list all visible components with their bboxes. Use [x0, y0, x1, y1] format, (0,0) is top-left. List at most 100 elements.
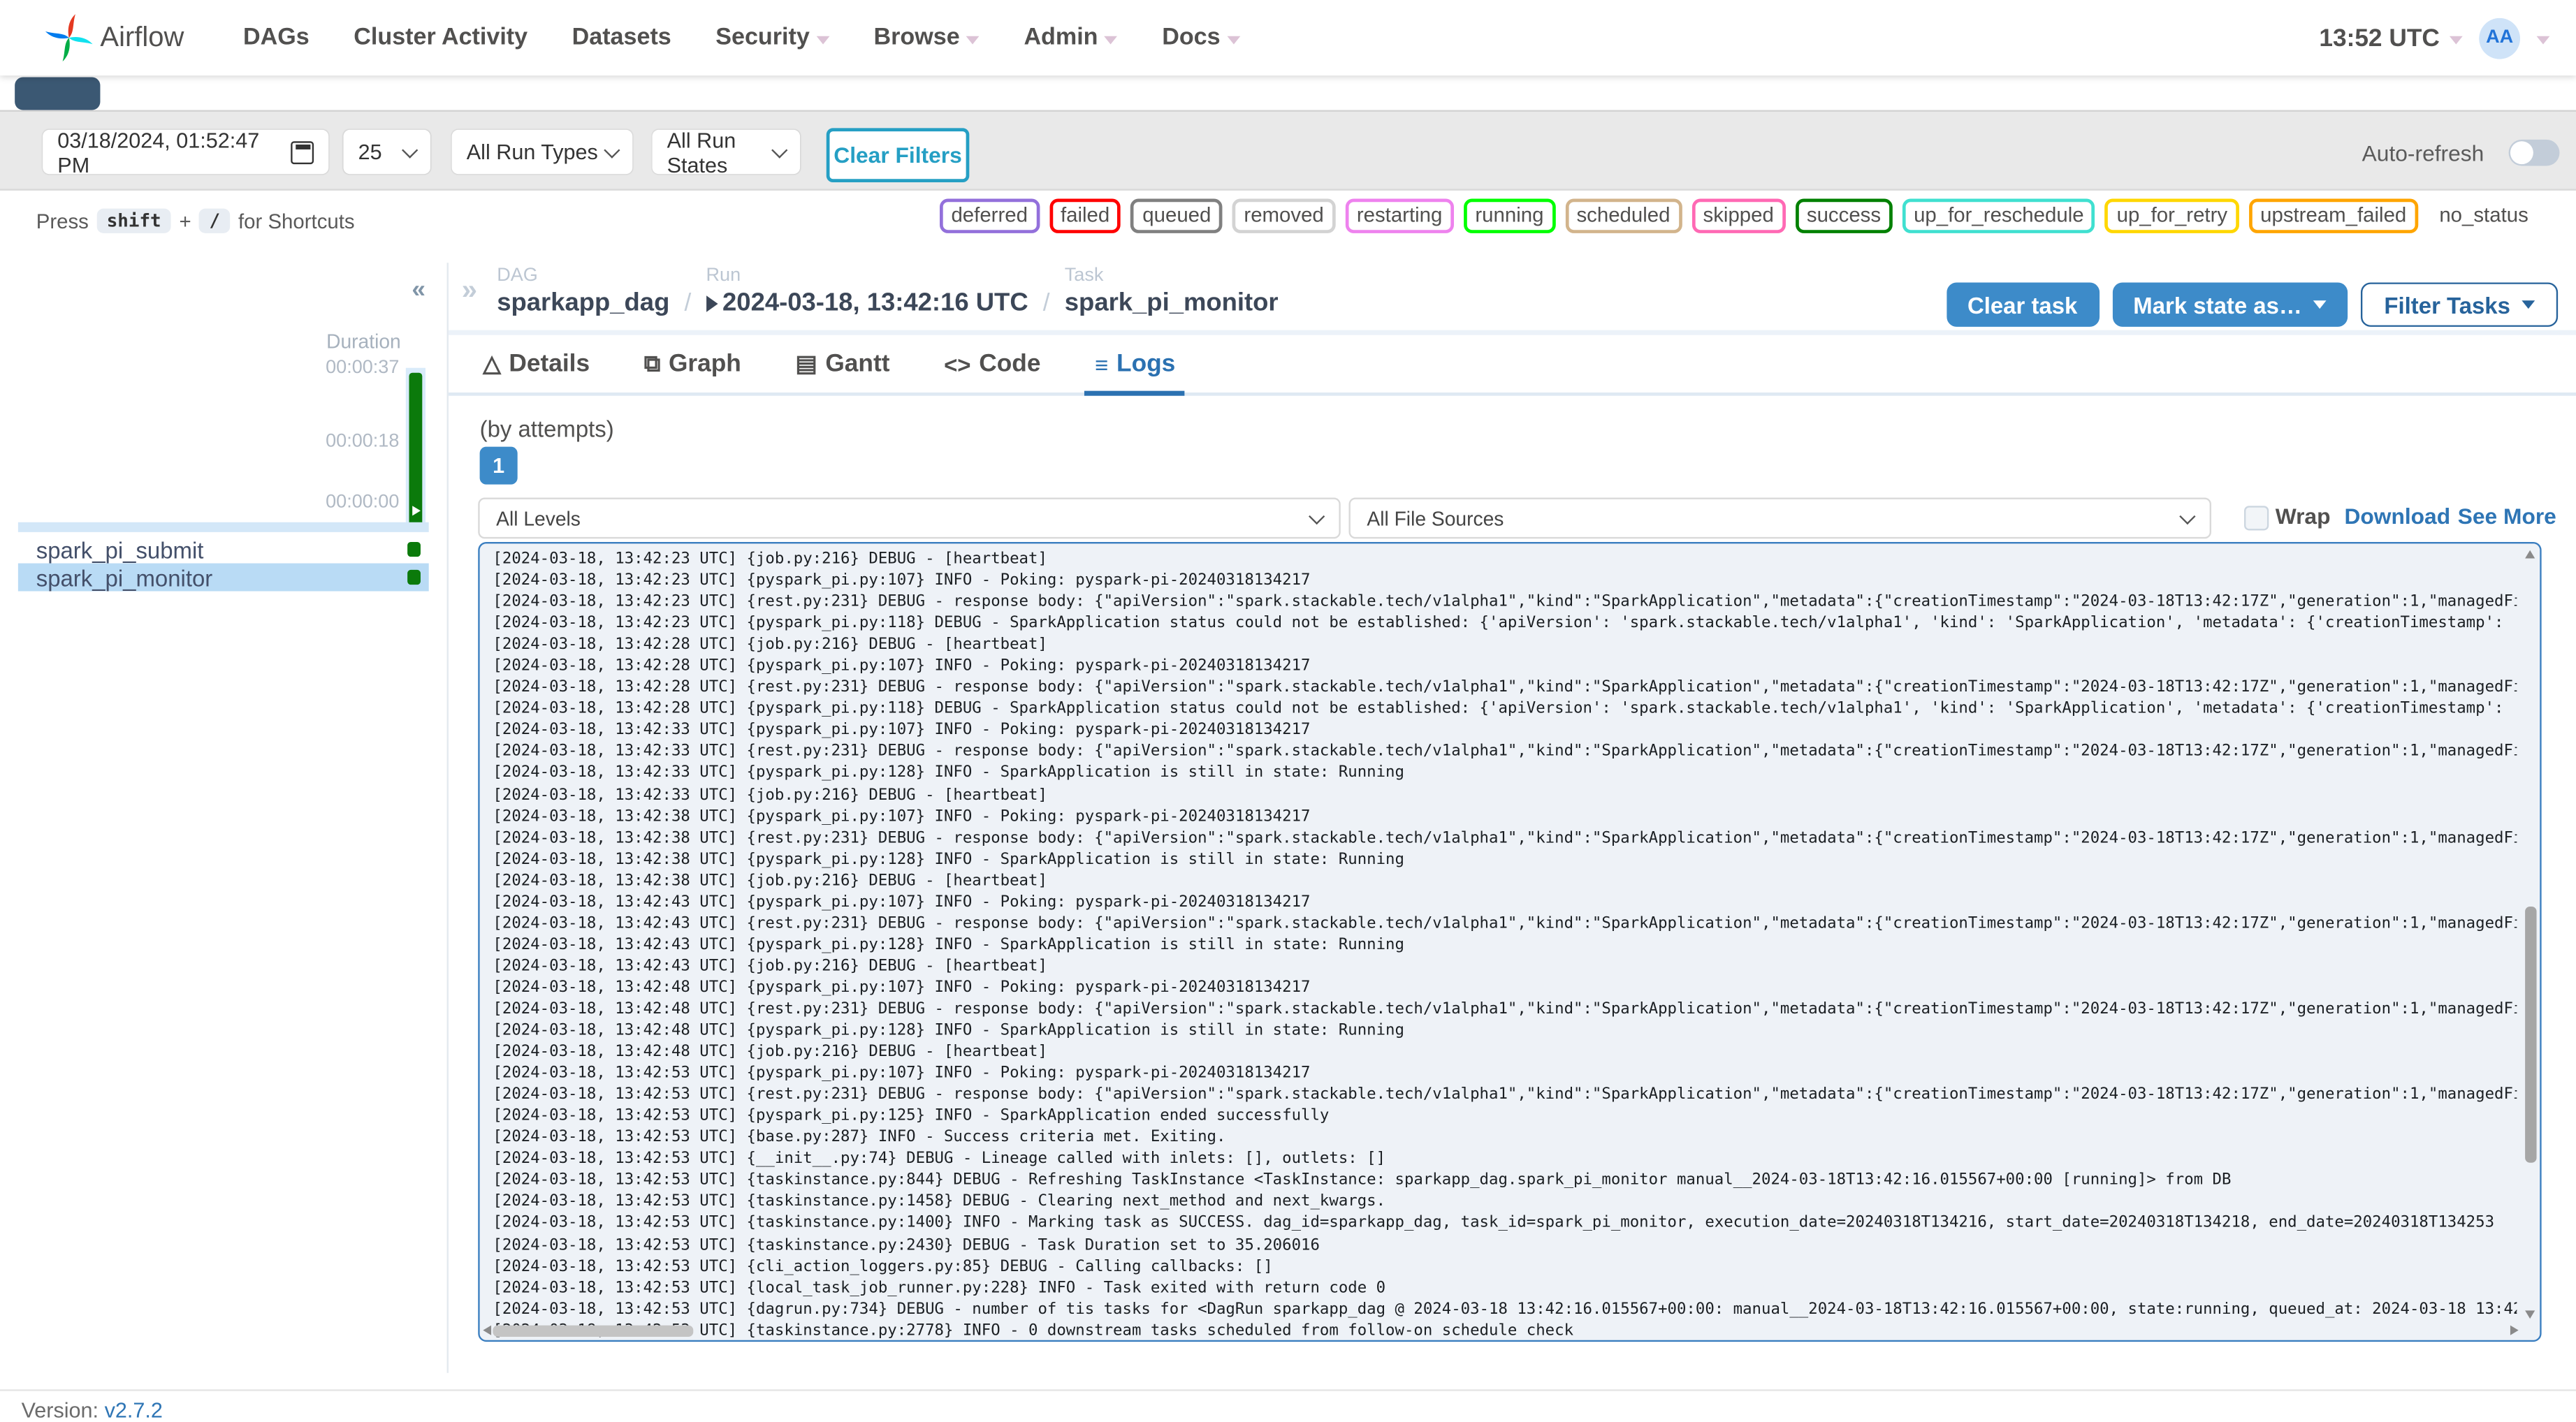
- filter-tasks-label: Filter Tasks: [2384, 291, 2510, 318]
- shortcuts-prefix: Press: [36, 209, 89, 233]
- wrap-checkbox[interactable]: [2244, 506, 2269, 531]
- version-link[interactable]: v2.7.2: [105, 1398, 163, 1422]
- breadcrumb-task: Task spark_pi_monitor: [1065, 266, 1279, 318]
- by-attempts-label: (by attempts): [479, 415, 614, 442]
- nav-item-label: Browse: [873, 24, 960, 51]
- tab[interactable]: ⧉ Graph: [641, 350, 745, 393]
- tab-icon: ≡: [1095, 351, 1109, 377]
- airflow-brand[interactable]: Airflow: [44, 13, 184, 63]
- clear-task-button[interactable]: Clear task: [1946, 282, 2099, 327]
- log-level-value: All Levels: [496, 506, 581, 530]
- state-legend-badge[interactable]: scheduled: [1565, 198, 1682, 233]
- log-line: [2024-03-18, 13:42:28 UTC] {pyspark_pi.p…: [493, 700, 2517, 719]
- chevron-double-right-icon[interactable]: »: [462, 274, 477, 307]
- dag-value[interactable]: sparkapp_dag: [497, 287, 669, 318]
- page-size-select[interactable]: 25: [343, 129, 431, 175]
- nav-item-label: Cluster Activity: [354, 24, 528, 51]
- shortcuts-suffix: for Shortcuts: [238, 209, 355, 233]
- mark-state-label: Mark state as…: [2133, 291, 2302, 318]
- task-state-success-square[interactable]: [406, 570, 421, 585]
- nav-item[interactable]: Datasets: [572, 24, 671, 51]
- base-date-value: 03/18/2024, 01:52:47 PM: [57, 127, 260, 177]
- filter-tasks-button[interactable]: Filter Tasks: [2361, 282, 2559, 327]
- state-legend-badge[interactable]: running: [1463, 198, 1555, 233]
- duration-axis-tick: 00:00:37: [326, 358, 400, 378]
- duration-bar[interactable]: [409, 372, 423, 526]
- nav-item-label: Admin: [1024, 24, 1098, 51]
- see-more-link[interactable]: See More: [2458, 504, 2556, 529]
- avatar[interactable]: AA: [2479, 17, 2521, 59]
- run-value[interactable]: 2024-03-18, 13:42:16 UTC: [706, 287, 1028, 318]
- state-legend-badge[interactable]: no_status: [2427, 198, 2540, 233]
- task-state-legend: deferred failed queued removed restarting run…: [940, 198, 2540, 233]
- grid-view-button-clipped[interactable]: [15, 77, 101, 110]
- nav-item-label: Datasets: [572, 24, 671, 51]
- horizontal-scrollbar-thumb[interactable]: [493, 1325, 694, 1337]
- file-source-select[interactable]: All File Sources: [1348, 497, 2211, 539]
- run-types-value: All Run Types: [466, 139, 598, 165]
- nav-item[interactable]: Docs: [1162, 24, 1240, 51]
- run-triangle-icon: [412, 506, 421, 516]
- scroll-right-arrow-icon[interactable]: [2510, 1325, 2519, 1335]
- scroll-up-arrow-icon[interactable]: [2525, 550, 2535, 559]
- state-legend-badge[interactable]: up_for_retry: [2105, 198, 2239, 233]
- tab[interactable]: ▤ Gantt: [792, 350, 893, 393]
- clear-task-label: Clear task: [1967, 291, 2078, 318]
- log-line: [2024-03-18, 13:42:23 UTC] {pyspark_pi.p…: [493, 571, 1311, 590]
- nav-item[interactable]: Cluster Activity: [354, 24, 527, 51]
- auto-refresh-toggle[interactable]: [2508, 139, 2560, 166]
- nav-item[interactable]: DAGs: [243, 24, 310, 51]
- state-legend-badge[interactable]: up_for_reschedule: [1902, 198, 2096, 233]
- nav-item[interactable]: Browse: [874, 24, 980, 51]
- log-line: [2024-03-18, 13:42:53 UTC] {dagrun.py:73…: [493, 1300, 2517, 1319]
- base-date-input[interactable]: 03/18/2024, 01:52:47 PM: [43, 127, 329, 177]
- airflow-app: Airflow DAGs Cluster Activity Datasets S…: [0, 0, 2576, 1422]
- state-legend-badge[interactable]: failed: [1049, 198, 1121, 233]
- state-legend-badge[interactable]: deferred: [940, 198, 1040, 233]
- log-line: [2024-03-18, 13:42:33 UTC] {pyspark_pi.p…: [493, 721, 1311, 740]
- tab[interactable]: ≡ Logs: [1084, 350, 1186, 396]
- task-list: spark_pi_submit spark_pi_monitor: [17, 535, 429, 592]
- breadcrumb-run: Run 2024-03-18, 13:42:16 UTC: [706, 266, 1028, 318]
- chevron-down-icon: [1309, 507, 1325, 524]
- task-row[interactable]: spark_pi_monitor: [17, 563, 429, 592]
- nav-item[interactable]: Admin: [1024, 24, 1118, 51]
- run-states-select[interactable]: All Run States: [652, 127, 801, 177]
- log-line: [2024-03-18, 13:42:48 UTC] {pyspark_pi.p…: [493, 1021, 1404, 1040]
- state-legend-badge[interactable]: removed: [1232, 198, 1336, 233]
- scroll-left-arrow-icon[interactable]: [483, 1325, 492, 1335]
- scroll-down-arrow-icon[interactable]: [2525, 1310, 2535, 1319]
- log-line: [2024-03-18, 13:42:23 UTC] {rest.py:231}…: [493, 593, 2517, 611]
- task-state-success-square[interactable]: [406, 542, 421, 557]
- run-types-select[interactable]: All Run Types: [451, 129, 633, 175]
- nav-item[interactable]: Security: [715, 24, 830, 51]
- clock-menu[interactable]: 13:52 UTC: [2319, 24, 2463, 52]
- attempt-1-button[interactable]: 1: [479, 446, 518, 485]
- log-line: [2024-03-18, 13:42:43 UTC] {job.py:216} …: [493, 957, 1047, 976]
- download-link[interactable]: Download: [2344, 504, 2450, 529]
- clear-filters-button[interactable]: Clear Filters: [826, 128, 970, 183]
- state-legend-badge[interactable]: upstream_failed: [2248, 198, 2418, 233]
- collapse-sidebar-icon[interactable]: «: [412, 276, 425, 304]
- nav-right: 13:52 UTC AA: [2319, 17, 2550, 59]
- vertical-scrollbar-thumb[interactable]: [2525, 906, 2537, 1163]
- tab-icon: ⧉: [643, 349, 661, 376]
- state-legend-badge[interactable]: queued: [1130, 198, 1223, 233]
- log-line: [2024-03-18, 13:42:53 UTC] {pyspark_pi.p…: [493, 1107, 1330, 1126]
- caret-down-icon[interactable]: [2536, 35, 2550, 44]
- nav-item-label: Security: [715, 24, 810, 51]
- log-output-panel[interactable]: [2024-03-18, 13:42:23 UTC] {job.py:216} …: [478, 541, 2542, 1342]
- task-value[interactable]: spark_pi_monitor: [1065, 287, 1279, 318]
- mark-state-as-button[interactable]: Mark state as…: [2111, 282, 2348, 327]
- task-row[interactable]: spark_pi_submit: [17, 535, 429, 564]
- log-level-select[interactable]: All Levels: [478, 497, 1341, 539]
- state-legend-badge[interactable]: restarting: [1345, 198, 1454, 233]
- state-legend-badge[interactable]: skipped: [1691, 198, 1786, 233]
- log-line: [2024-03-18, 13:42:53 UTC] {cli_action_l…: [493, 1257, 1273, 1275]
- state-legend-badge[interactable]: success: [1795, 198, 1893, 233]
- tab-label: Details: [509, 349, 590, 378]
- tab[interactable]: <> Code: [940, 350, 1044, 393]
- tab[interactable]: △ Details: [480, 350, 593, 393]
- tab-icon: <>: [944, 351, 971, 377]
- grid-filter-bar: 03/18/2024, 01:52:47 PM 25 All Run Types…: [0, 110, 2576, 191]
